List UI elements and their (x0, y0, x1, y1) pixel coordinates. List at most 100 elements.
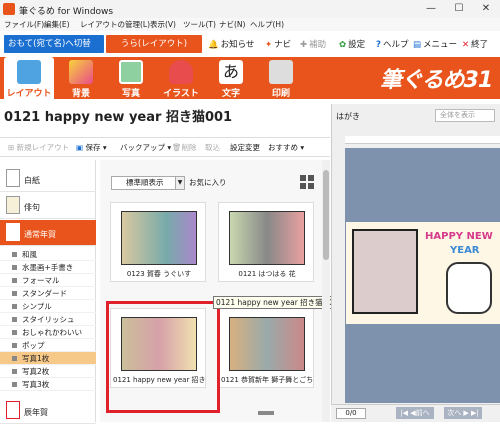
page-counter: 0/0 (336, 408, 366, 419)
sidebar-sub-item-selected[interactable]: 写真1枚 (0, 352, 96, 365)
app-icon (3, 3, 15, 15)
menu-help[interactable]: ヘルプ(H) (250, 19, 284, 30)
happy-text: HAPPY NEW (425, 231, 493, 242)
bullet-icon (12, 291, 17, 296)
photo-icon (119, 60, 143, 84)
selection-highlight (106, 301, 220, 413)
assist-button[interactable]: ✚ 補助 (300, 38, 326, 50)
template-thumbnail (229, 317, 305, 371)
favorites-link[interactable]: お気に入り (189, 177, 227, 188)
sort-select[interactable]: 標準順表示 (111, 176, 185, 190)
navi-icon: ✦ (265, 40, 273, 50)
close-button[interactable]: ✕ (472, 0, 500, 18)
sidebar-sub-item[interactable]: 写真3枚 (0, 378, 96, 391)
bullet-icon (12, 304, 17, 309)
sidebar-sub-item[interactable]: フォーマル (0, 274, 96, 287)
zoom-select[interactable]: 全体を表示 (435, 109, 495, 122)
title-bar: 筆ぐるめ for Windows — ☐ ✕ (0, 0, 500, 18)
sidebar-sub-item[interactable]: シンプル (0, 300, 96, 313)
year-text: YEAR (450, 245, 480, 256)
photo-frame[interactable] (352, 229, 418, 314)
back-layout-tab[interactable]: うら(レイアウト) (106, 35, 202, 53)
scroll-thumb[interactable] (323, 170, 329, 260)
notice-button[interactable]: 🔔 お知らせ (208, 38, 254, 50)
sidebar-sub-item[interactable]: おしゃれかわいい (0, 326, 96, 339)
help-button[interactable]: ? ヘルプ (376, 38, 408, 50)
page-title: 0121 happy new year 招き猫001 (4, 110, 233, 125)
grid-view-icon[interactable] (300, 175, 314, 189)
brand-logo: 筆ぐるめ31 (380, 68, 493, 93)
horizontal-scroll-thumb[interactable] (258, 411, 274, 415)
import-button[interactable]: 取込 (205, 142, 220, 153)
ruler (345, 136, 500, 144)
bullet-icon (12, 382, 17, 387)
bullet-icon (12, 317, 17, 322)
template-thumbnail (121, 211, 197, 265)
category-print[interactable]: 印刷 (256, 57, 306, 99)
bullet-icon (12, 252, 17, 257)
template-card[interactable]: 0121 恭賀新年 獅子舞とごちそう (218, 308, 314, 388)
settings-change-button[interactable]: 設定変更 (230, 142, 260, 153)
save-button[interactable]: ▣ 保存 ▾ (76, 142, 107, 153)
sidebar-item-haiku[interactable]: 俳句 (0, 193, 96, 219)
backup-button[interactable]: バックアップ ▾ (120, 142, 171, 153)
menu-tools[interactable]: ツール(T) (183, 19, 216, 30)
sidebar-sub-item[interactable]: スタンダード (0, 287, 96, 300)
help-icon: ? (376, 40, 381, 50)
menu-navi[interactable]: ナビ(N) (219, 19, 245, 30)
layout-icon (17, 60, 41, 84)
rabbit-card-icon (6, 401, 20, 419)
save-icon: ▣ (76, 143, 84, 152)
settings-button[interactable]: ✿ 設定 (339, 38, 365, 50)
sidebar-sub-item[interactable]: 和風 (0, 248, 96, 261)
switch-front-button[interactable]: おもて(宛て名)へ切替 (4, 35, 104, 53)
illust-icon (169, 60, 193, 84)
maneki-neko-illustration (446, 262, 492, 314)
menu-view[interactable]: 表示(V) (150, 19, 176, 30)
prev-button[interactable]: |◀ ◀前へ (396, 407, 434, 419)
bullet-icon (12, 265, 17, 270)
sidebar-sub-item[interactable]: 水墨画+手書き (0, 261, 96, 274)
sidebar-sub-item[interactable]: 写真2枚 (0, 365, 96, 378)
preview-label: はがき (336, 112, 360, 121)
category-layout[interactable]: レイアウト (4, 57, 54, 99)
trash-icon: 🗑 (172, 143, 182, 152)
new-year-card-icon (6, 223, 20, 241)
haiku-icon (6, 196, 20, 214)
category-text[interactable]: あ 文字 (206, 57, 256, 99)
quit-button[interactable]: ✕ 終了 (462, 38, 488, 50)
recommend-button[interactable]: おすすめ ▾ (268, 142, 304, 153)
bullet-icon (12, 369, 17, 374)
navi-button[interactable]: ✦ ナビ (265, 38, 291, 50)
sidebar-item-blank[interactable]: 白紙 (0, 166, 96, 192)
text-icon: あ (219, 60, 243, 84)
delete-button[interactable]: 🗑削除 (172, 142, 197, 153)
category-background[interactable]: 背景 (56, 57, 106, 99)
chevron-down-icon[interactable]: ▼ (175, 176, 185, 190)
next-button[interactable]: 次へ ▶ ▶| (444, 407, 482, 419)
sidebar-item-general-new-year[interactable]: 通常年賀 (0, 220, 96, 246)
template-card[interactable]: 0123 賀春 うぐいす (110, 202, 206, 282)
sidebar-sub-item[interactable]: スタイリッシュ (0, 313, 96, 326)
menu-file[interactable]: ファイル(F) (4, 19, 44, 30)
minimize-button[interactable]: — (417, 0, 445, 18)
menu-edit[interactable]: 編集(E) (44, 19, 70, 30)
printer-icon (269, 60, 293, 84)
bell-icon: 🔔 (208, 40, 219, 50)
template-card[interactable]: 0121 はつはる 花 (218, 202, 314, 282)
maximize-button[interactable]: ☐ (445, 0, 473, 18)
bullet-icon (12, 356, 17, 361)
bullet-icon (12, 278, 17, 283)
sidebar-sub-item[interactable]: ポップ (0, 339, 96, 352)
blank-card-icon (6, 169, 20, 187)
menu-button[interactable]: ▤ メニュー (413, 38, 457, 50)
menu-icon: ▤ (413, 40, 422, 50)
sidebar-item-rabbit-new-year[interactable]: 辰年賀 (0, 398, 96, 424)
gear-icon: ✿ (339, 40, 347, 50)
category-illust[interactable]: イラスト (156, 57, 206, 99)
background-icon (69, 60, 93, 84)
new-layout-button[interactable]: ⊞ 新規レイアウト (8, 142, 69, 153)
bullet-icon (12, 330, 17, 335)
category-photo[interactable]: 写真 (106, 57, 156, 99)
menu-layout-manage[interactable]: レイアウトの管理(L) (80, 19, 150, 30)
